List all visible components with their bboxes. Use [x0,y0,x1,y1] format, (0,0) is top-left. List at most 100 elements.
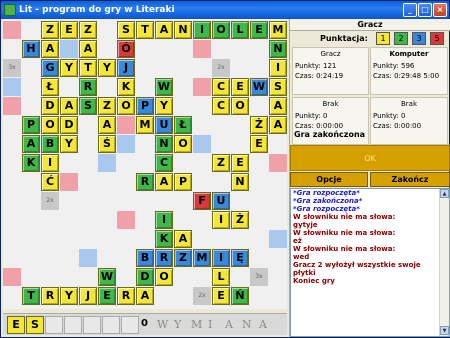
board-tile: A [136,287,154,305]
bonus-square[interactable] [193,78,211,96]
player-name: Gracz [320,50,341,58]
board-tile: R [155,249,173,267]
bonus-square[interactable] [117,211,135,229]
board-tile: E [250,135,268,153]
punktacja-option-3[interactable]: 3 [412,32,426,45]
board-tile: U [155,116,173,134]
close-button[interactable]: × [433,3,447,17]
board-tile: Z [212,154,230,172]
title-bar[interactable]: Lit - program do gry w Literaki _ □ × [1,1,449,19]
board-tile: R [41,287,59,305]
board-tile: O [212,21,230,39]
rack-count: 0 [141,318,148,329]
maximize-button[interactable]: □ [418,3,432,17]
punktacja-option-5[interactable]: 5 [430,32,444,45]
board-tile: A [174,230,192,248]
log-line: wed [293,253,310,261]
bonus-square[interactable] [3,78,21,96]
board-tile: R [117,287,135,305]
ok-button[interactable]: OK [290,145,450,171]
rack-ghost-letter: A [259,318,267,331]
board-tile: Y [98,59,116,77]
tile-rack[interactable]: 0 ESWYMIANA [3,313,287,335]
board-tile: F [193,192,211,210]
board-tile: M [269,21,287,39]
bonus-square[interactable] [269,154,287,172]
czas-label: Czas: [295,122,314,130]
board-tile: B [41,135,59,153]
punktacja-option-1[interactable]: 1 [376,32,390,45]
board-tile: O [41,116,59,134]
czas-value: 0:29:48 [394,72,422,80]
bonus-square[interactable] [269,230,287,248]
bonus-square[interactable] [193,40,211,58]
board-tile: T [22,287,40,305]
board-tile: A [269,97,287,115]
rack-ghost-letter: N [242,318,252,331]
board-tile: A [155,21,173,39]
bonus-square[interactable] [60,40,78,58]
board-tile: A [269,116,287,134]
bonus-square[interactable] [3,21,21,39]
board-tile: H [22,40,40,58]
board-tile: W [250,78,268,96]
bonus-square[interactable] [117,135,135,153]
log-scrollbar[interactable]: ▲ ▼ [439,189,449,336]
minimize-button[interactable]: _ [403,3,417,17]
bonus-square[interactable] [79,249,97,267]
bonus-square[interactable]: 3x [250,268,268,286]
bonus-square[interactable] [117,116,135,134]
bonus-square[interactable] [98,154,116,172]
app-icon [4,4,16,16]
board-tile: B [136,249,154,267]
scroll-up-icon[interactable]: ▲ [440,189,449,198]
rack-tile[interactable]: S [26,316,44,334]
board-tile: T [79,59,97,77]
scroll-down-icon[interactable]: ▼ [440,326,449,335]
czas-limit: 5:00 [423,72,440,80]
bonus-square[interactable]: 2x [193,287,211,305]
bonus-square[interactable] [3,97,21,115]
game-board[interactable]: Z E Z S T A N I O L E M H A A Ó N 3x G Y T Y J 2x I Ł R K W C E W S D A S Z O… [3,19,287,309]
board-tile: I [212,211,230,229]
app-window: Lit - program do gry w Literaki _ □ × ZE… [0,0,450,338]
rack-slot[interactable] [45,316,63,334]
board-tile: I [155,211,173,229]
rack-slot[interactable] [102,316,120,334]
board-tile: D [41,97,59,115]
rack-tile[interactable]: E [7,316,25,334]
board-tile: I [41,154,59,172]
board-tile: C [155,154,173,172]
log-line: W słowniku nie ma słowa: [293,245,396,253]
game-log[interactable]: *Gra rozpoczęta* *Gra zakończona* *Gra roz… [290,188,450,337]
rack-slot[interactable] [121,316,139,334]
board-tile: E [250,21,268,39]
bonus-square[interactable] [193,135,211,153]
punktacja-option-2[interactable]: 2 [394,32,408,45]
board-tile: Ó [117,40,135,58]
board-tile: Z [174,249,192,267]
board-tile: Z [79,21,97,39]
player-name: Brak [400,100,418,108]
bonus-square[interactable]: 2x [212,59,230,77]
log-line: *Gra rozpoczęta* [293,189,360,197]
bonus-square[interactable]: 3x [3,59,21,77]
side-panel: Gracz Punktacja: 1 2 3 5 Gracz Punkty: 1… [289,19,450,337]
opcje-button[interactable]: Opcje [290,172,368,187]
board-tile: S [269,78,287,96]
zakoncz-button[interactable]: Zakończ [370,172,450,187]
board-tile: J [117,59,135,77]
board-tile: E [231,154,249,172]
board-tile: L [212,268,230,286]
bonus-square[interactable]: 2x [41,192,59,210]
rack-slot[interactable] [83,316,101,334]
board-tile: Ń [231,287,249,305]
log-line: płytki [293,269,316,277]
bonus-square[interactable] [60,173,78,191]
board-tile: R [79,78,97,96]
log-line: *Gra zakończona* [293,197,363,205]
bonus-square[interactable] [3,268,21,286]
board-tile: N [269,40,287,58]
board-tile: Z [41,21,59,39]
rack-slot[interactable] [64,316,82,334]
